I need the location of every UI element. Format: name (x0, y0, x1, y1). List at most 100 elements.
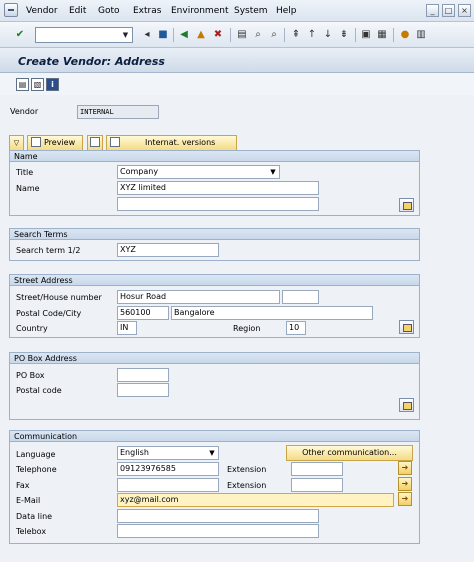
internat-versions-button[interactable]: Internat. versions (106, 135, 237, 151)
more-names-icon[interactable] (399, 198, 414, 212)
other-communication-button[interactable]: Other communication... (286, 445, 413, 461)
menu-system[interactable]: System (234, 6, 268, 16)
po-postal-label: Postal code (16, 386, 62, 395)
vendor-label: Vendor (10, 107, 39, 116)
communication-title: Communication (14, 432, 78, 441)
search-term-field[interactable]: XYZ (117, 243, 219, 257)
telephone-more-icon[interactable]: ➔ (398, 461, 412, 475)
internat-versions-label: Internat. versions (145, 138, 216, 147)
name-group-header: Name (10, 151, 419, 162)
country-field[interactable]: IN (117, 321, 137, 335)
more-fields-icon[interactable] (399, 320, 414, 334)
address-icon-button[interactable] (87, 135, 103, 151)
postal-code-field[interactable]: 560100 (117, 306, 169, 320)
language-select-value: English (120, 448, 149, 457)
street-address-title: Street Address (14, 276, 73, 285)
fax-more-icon[interactable]: ➔ (398, 477, 412, 491)
search-term-label: Search term 1/2 (16, 246, 81, 255)
menu-vendor[interactable]: Vendor (26, 6, 58, 16)
toolbar-separator (230, 28, 231, 42)
language-label: Language (16, 450, 56, 459)
print-icon[interactable]: ▤ (236, 29, 248, 41)
name-group-title: Name (14, 152, 38, 161)
fax-field[interactable] (117, 478, 219, 492)
po-box-field[interactable] (117, 368, 169, 382)
extension-label: Extension (227, 465, 267, 474)
back-icon[interactable]: ◀ (178, 29, 190, 41)
layout-menu-icon[interactable]: ▥ (415, 29, 427, 41)
last-page-icon[interactable]: ⇟ (338, 29, 350, 41)
help-icon[interactable]: ● (399, 29, 411, 41)
po-box-header: PO Box Address (10, 353, 419, 364)
street-field[interactable]: Hosur Road (117, 290, 280, 304)
house-number-field[interactable] (282, 290, 319, 304)
enter-icon[interactable]: ✔ (14, 29, 26, 41)
collapse-button[interactable]: ▽ (9, 135, 24, 151)
email-field[interactable]: xyz@mail.com (117, 493, 394, 507)
sap-menu-icon[interactable] (4, 3, 18, 17)
fax-extension-label: Extension (227, 481, 267, 490)
language-select[interactable]: English ▼ (117, 446, 219, 460)
city-field[interactable]: Bangalore (171, 306, 373, 320)
country-label: Country (16, 324, 48, 333)
fax-extension-field[interactable] (291, 478, 343, 492)
name-label: Name (16, 184, 40, 193)
email-more-icon[interactable]: ➔ (398, 492, 412, 506)
new-session-icon[interactable]: ▣ (360, 29, 372, 41)
more-po-fields-icon[interactable] (399, 398, 414, 412)
info-icon[interactable]: i (46, 78, 59, 91)
extension-field[interactable] (291, 462, 343, 476)
toolbar-separator (393, 28, 394, 42)
previous-page-icon[interactable]: ↑ (306, 29, 318, 41)
search-terms-header: Search Terms (10, 229, 419, 240)
menu-extras[interactable]: Extras (133, 6, 161, 16)
region-field[interactable]: 10 (286, 321, 306, 335)
data-line-field[interactable] (117, 509, 319, 523)
title-select[interactable]: Company ▼ (117, 165, 280, 179)
chevron-down-icon[interactable]: ▼ (207, 448, 217, 458)
telephone-field[interactable]: 09123976585 (117, 462, 219, 476)
chevron-down-icon[interactable]: ▼ (120, 29, 131, 41)
cancel-icon[interactable]: ✖ (212, 29, 224, 41)
history-back-icon[interactable]: ◂ (141, 29, 153, 41)
menu-goto[interactable]: Goto (98, 6, 120, 16)
exit-icon[interactable]: ▲ (195, 29, 207, 41)
find-next-icon[interactable]: ⌕ (268, 29, 280, 41)
data-line-label: Data line (16, 512, 53, 521)
document-icon (31, 136, 41, 147)
name2-field[interactable] (117, 197, 319, 211)
display-change-icon[interactable]: ▧ (31, 78, 44, 91)
postal-city-label: Postal Code/City (16, 309, 82, 318)
toolbar-separator (355, 28, 356, 42)
vendor-field: INTERNAL (77, 105, 159, 119)
po-box-label: PO Box (16, 371, 45, 380)
menu-help[interactable]: Help (276, 6, 297, 16)
telebox-field[interactable] (117, 524, 319, 538)
minimize-icon[interactable]: _ (426, 4, 439, 17)
standard-toolbar: ✔ ▼ ◂ ■ ◀ ▲ ✖ ▤ ⌕ ⌕ ⇞ ↑ ↓ ⇟ ▣ ▦ ● ▥ (0, 22, 474, 48)
next-page-icon[interactable]: ↓ (322, 29, 334, 41)
name-field[interactable]: XYZ limited (117, 181, 319, 195)
maximize-icon[interactable]: □ (442, 4, 455, 17)
fax-label: Fax (16, 481, 30, 490)
first-page-icon[interactable]: ⇞ (290, 29, 302, 41)
po-postal-field[interactable] (117, 383, 169, 397)
toolbar-separator (284, 28, 285, 42)
command-field[interactable]: ▼ (35, 27, 133, 43)
save-icon[interactable]: ■ (157, 29, 169, 41)
chevron-down-icon[interactable]: ▼ (268, 167, 278, 177)
title-bar: Create Vendor: Address (0, 48, 474, 73)
menu-edit[interactable]: Edit (69, 6, 86, 16)
main-area: Vendor INTERNAL ▽ Preview Internat. vers… (0, 95, 474, 562)
menu-environment[interactable]: Environment (171, 6, 228, 16)
other-vendor-icon[interactable]: ▤ (16, 78, 29, 91)
street-address-header: Street Address (10, 275, 419, 286)
street-label: Street/House number (16, 293, 102, 302)
preview-button[interactable]: Preview (27, 135, 83, 151)
title-select-value: Company (120, 167, 159, 176)
find-icon[interactable]: ⌕ (252, 29, 264, 41)
close-icon[interactable]: × (458, 4, 471, 17)
po-box-group: PO Box Address (9, 352, 420, 420)
menu-bar: Vendor Edit Goto Extras Environment Syst… (0, 0, 474, 22)
shortcut-icon[interactable]: ▦ (376, 29, 388, 41)
